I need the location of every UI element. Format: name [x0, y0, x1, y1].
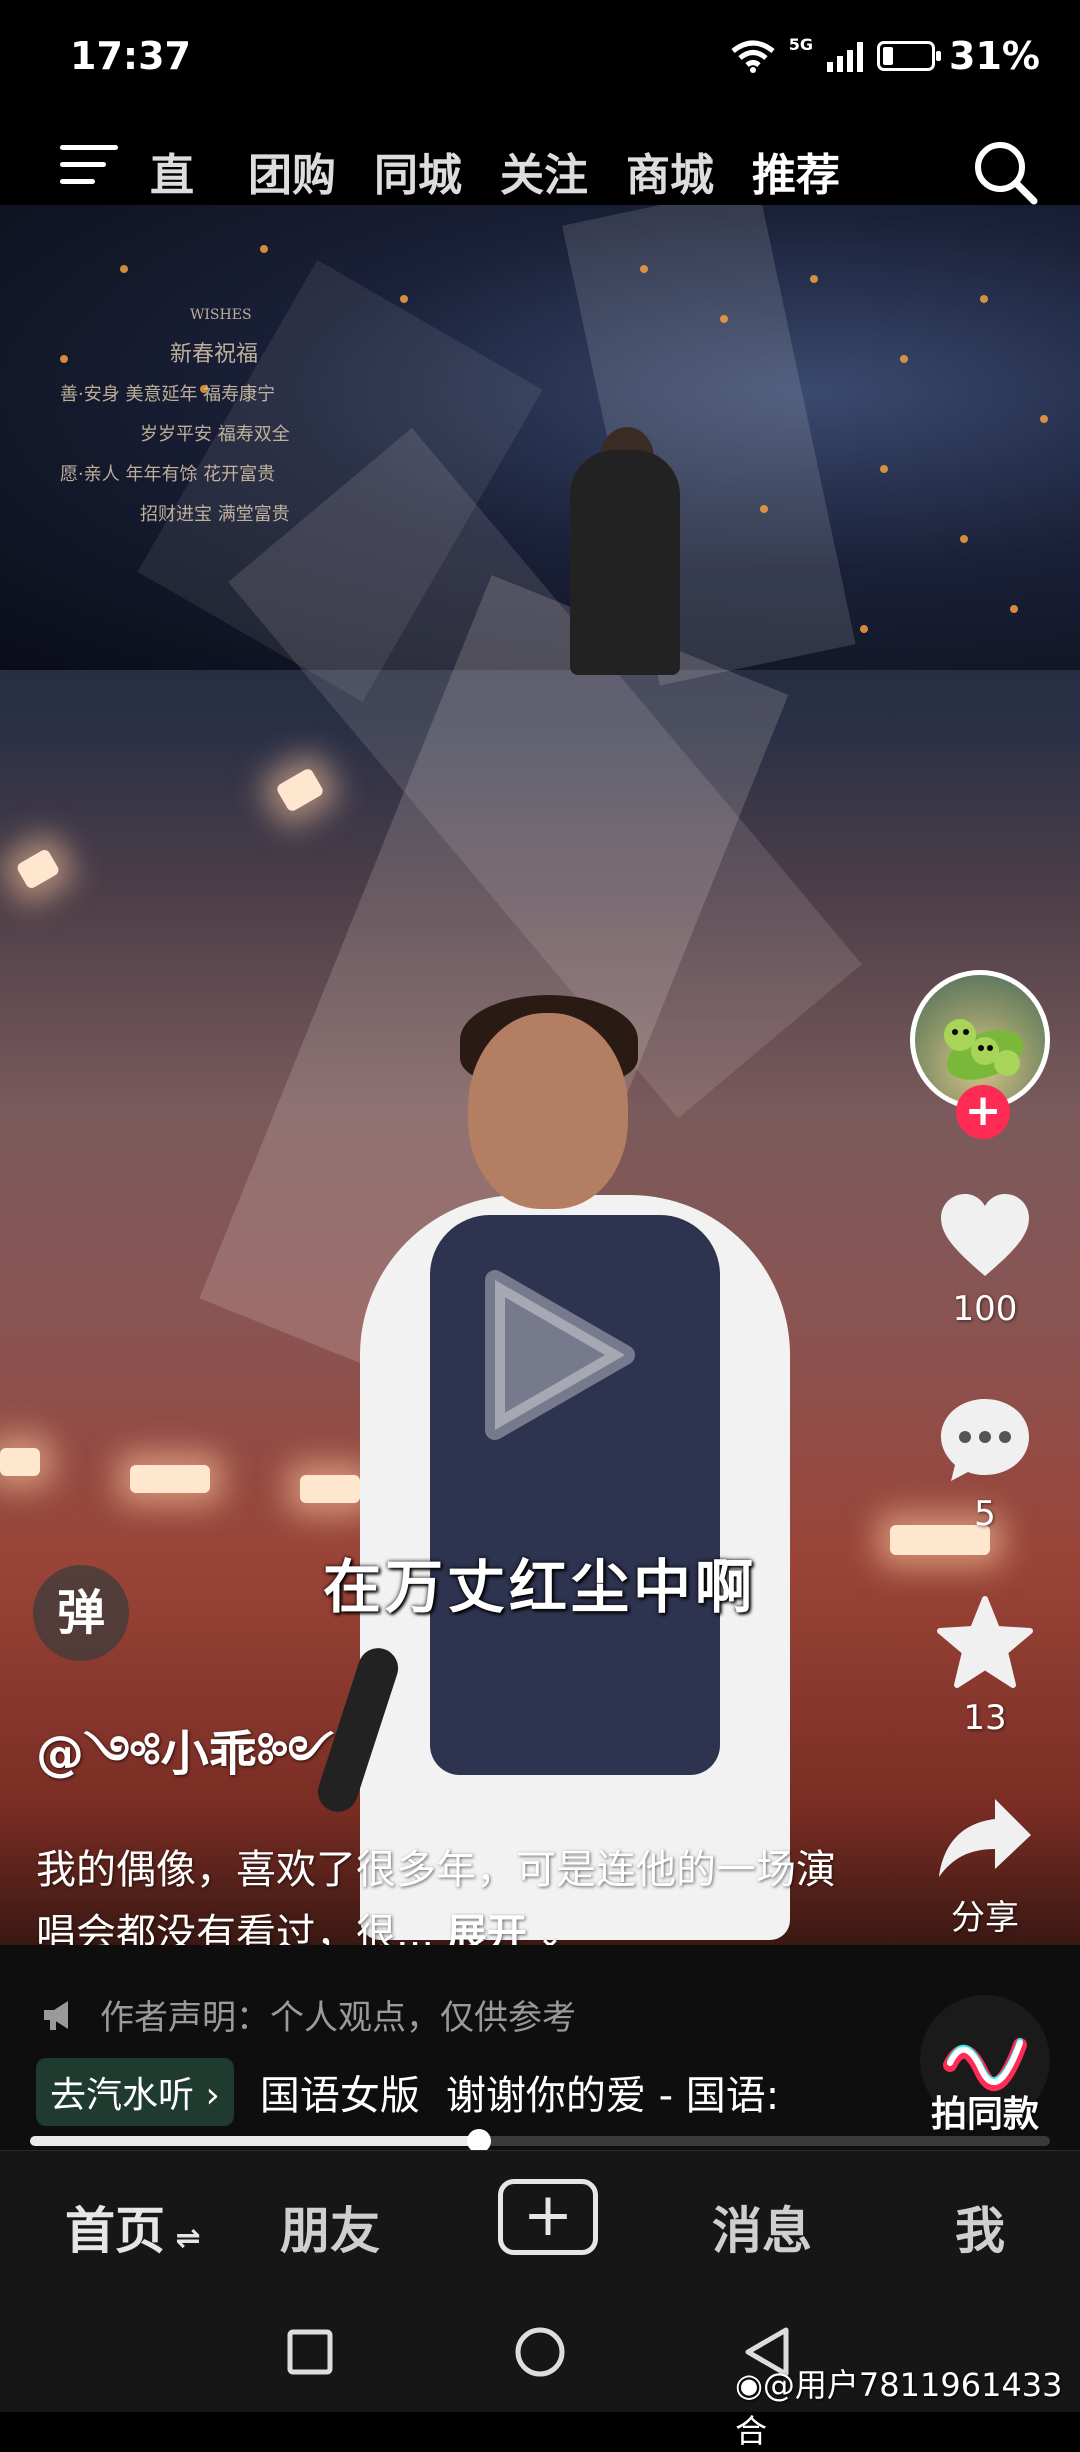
battery-percent: 31%: [949, 34, 1040, 78]
comment-icon: [941, 1399, 1029, 1481]
music-row: 去汽水听 › 国语女版 谢谢你的爱 - 国语:: [36, 2058, 798, 2126]
notice-text: 作者声明：个人观点，仅供参考: [100, 1998, 576, 2038]
share-button[interactable]: 分享: [906, 1795, 1064, 1939]
favorite-button[interactable]: 13: [906, 1595, 1064, 1738]
search-icon[interactable]: [970, 137, 1040, 207]
status-time: 17:37: [70, 34, 191, 78]
chevron-right-icon: ›: [205, 2075, 220, 2116]
network-type: 5G: [788, 34, 814, 54]
progress-fill: [30, 2136, 479, 2146]
open-qishui-button[interactable]: 去汽水听 ›: [36, 2058, 234, 2126]
singer-head: [468, 1013, 628, 1209]
hamburger-icon[interactable]: [60, 145, 118, 187]
like-button[interactable]: 100: [906, 1190, 1064, 1329]
nav-friends[interactable]: 朋友: [280, 2191, 380, 2263]
weibo-logo-icon: ◉: [735, 2366, 763, 2404]
nav-home[interactable]: 首页 ⇌: [65, 2191, 201, 2263]
bottom-nav: 首页 ⇌ 朋友 + 消息 我: [0, 2150, 1080, 2283]
recent-apps-icon[interactable]: [285, 2327, 335, 2377]
star-icon: [937, 1596, 1033, 1688]
battery-level: [883, 47, 894, 65]
backdrop-poster-text: WISHES 新春祝福 善·安身 美意延年 福寿康宁 岁岁平安 福寿双全 愿·亲…: [60, 307, 290, 525]
top-nav: 直播 团购 同城 关注 商城 推荐: [0, 125, 1080, 283]
video-progress-bar[interactable]: [30, 2129, 1050, 2153]
play-icon[interactable]: [455, 1260, 645, 1450]
megaphone-icon: [44, 2000, 68, 2030]
share-arrow-icon: [939, 1799, 1031, 1877]
create-button[interactable]: +: [498, 2179, 598, 2255]
status-icons: 5G 31%: [731, 34, 1040, 78]
nav-messages[interactable]: 消息: [712, 2191, 812, 2263]
shoot-same-label: 拍同款: [930, 2094, 1039, 2135]
singer-small-figure: [570, 450, 680, 675]
wifi-icon: [731, 40, 775, 73]
signal-icon: [827, 40, 864, 72]
description-text: 我的偶像，喜欢了很多年，可是连他的一场演唱会都没有看过，很...: [36, 1847, 836, 1957]
heart-icon: [941, 1194, 1029, 1276]
danmu-toggle-button[interactable]: 弹: [33, 1565, 129, 1661]
share-label: 分享: [951, 1898, 1019, 1938]
comment-button[interactable]: 5: [906, 1395, 1064, 1534]
battery-icon: [877, 41, 942, 71]
shoot-same-button[interactable]: 拍同款: [915, 1995, 1055, 2135]
author-name[interactable]: @༺小乖༻: [36, 1700, 334, 1835]
like-count: 100: [952, 1289, 1018, 1329]
follow-button[interactable]: +: [956, 1085, 1010, 1139]
home-circle-icon[interactable]: [513, 2325, 567, 2379]
author-notice: 作者声明：个人观点，仅供参考: [40, 1990, 576, 2039]
status-bar: 17:37 5G 31%: [0, 0, 1080, 125]
music-title[interactable]: 谢谢你的爱 - 国语:: [446, 2063, 798, 2121]
comment-count: 5: [974, 1494, 996, 1534]
weibo-watermark: ◉@用户7811961433合: [735, 2366, 1063, 2450]
refresh-arrows-icon: ⇌: [165, 2221, 201, 2256]
favorite-count: 13: [963, 1698, 1007, 1738]
nav-me[interactable]: 我: [955, 2191, 1005, 2263]
music-tag[interactable]: 国语女版: [260, 2063, 420, 2121]
